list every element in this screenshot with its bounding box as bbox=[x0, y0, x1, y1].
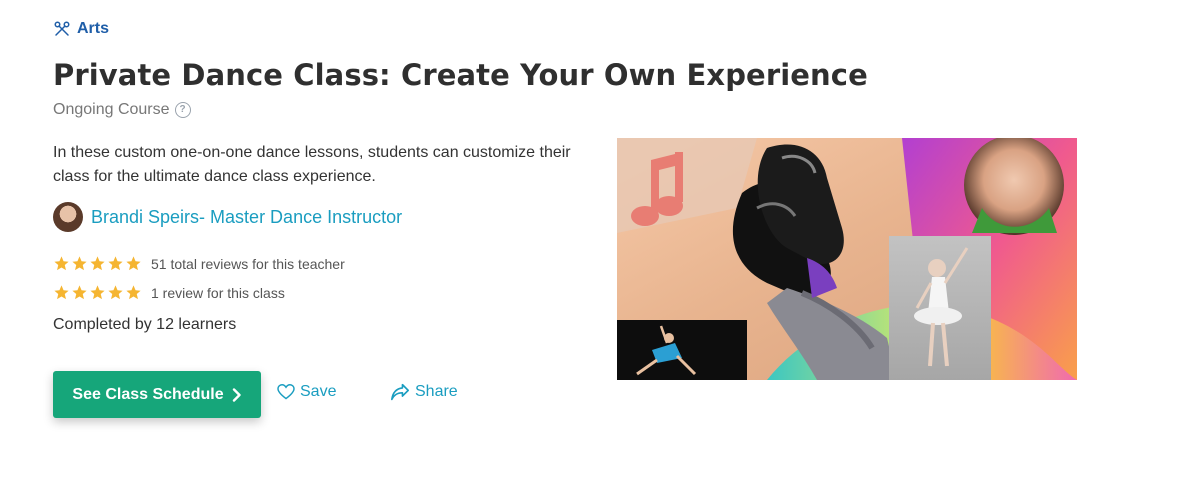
schedule-button-label: See Class Schedule bbox=[72, 385, 224, 403]
star-icon bbox=[72, 256, 87, 271]
star-icon bbox=[108, 256, 123, 271]
star-icon bbox=[126, 285, 141, 300]
see-class-schedule-button[interactable]: See Class Schedule bbox=[53, 371, 261, 418]
star-icon bbox=[72, 285, 87, 300]
scissors-icon bbox=[54, 21, 70, 36]
star-icon bbox=[54, 256, 69, 271]
share-label: Share bbox=[415, 383, 458, 400]
star-icon bbox=[90, 256, 105, 271]
help-icon[interactable]: ? bbox=[174, 102, 191, 118]
class-review-count[interactable]: 1 review for this class bbox=[151, 285, 285, 301]
category-label: Arts bbox=[77, 20, 110, 37]
class-hero-image bbox=[617, 138, 1077, 380]
teacher-link[interactable]: Brandi Speirs- Master Dance Instructor bbox=[53, 202, 402, 232]
star-rating bbox=[53, 284, 142, 301]
teacher-review-count[interactable]: 51 total reviews for this teacher bbox=[151, 256, 345, 272]
share-button[interactable]: Share bbox=[390, 383, 458, 401]
star-icon bbox=[108, 285, 123, 300]
star-icon bbox=[126, 256, 141, 271]
course-type: Ongoing Course ? bbox=[53, 101, 191, 119]
star-rating bbox=[53, 255, 142, 272]
class-description: In these custom one-on-one dance lessons… bbox=[53, 144, 571, 185]
save-button[interactable]: Save bbox=[277, 383, 336, 401]
star-icon bbox=[90, 285, 105, 300]
completed-count: Completed by 12 learners bbox=[53, 316, 237, 333]
class-reviews: 1 review for this class bbox=[53, 284, 285, 301]
page-title: Private Dance Class: Create Your Own Exp… bbox=[53, 58, 868, 92]
course-type-label: Ongoing Course bbox=[53, 101, 170, 118]
share-icon bbox=[391, 383, 409, 401]
teacher-reviews: 51 total reviews for this teacher bbox=[53, 255, 345, 272]
category-link[interactable]: Arts bbox=[53, 20, 109, 38]
chevron-right-icon bbox=[232, 387, 241, 402]
save-label: Save bbox=[300, 383, 337, 400]
heart-icon bbox=[277, 384, 295, 400]
teacher-name[interactable]: Brandi Speirs- Master Dance Instructor bbox=[91, 207, 402, 228]
teacher-avatar bbox=[53, 202, 83, 232]
star-icon bbox=[54, 285, 69, 300]
